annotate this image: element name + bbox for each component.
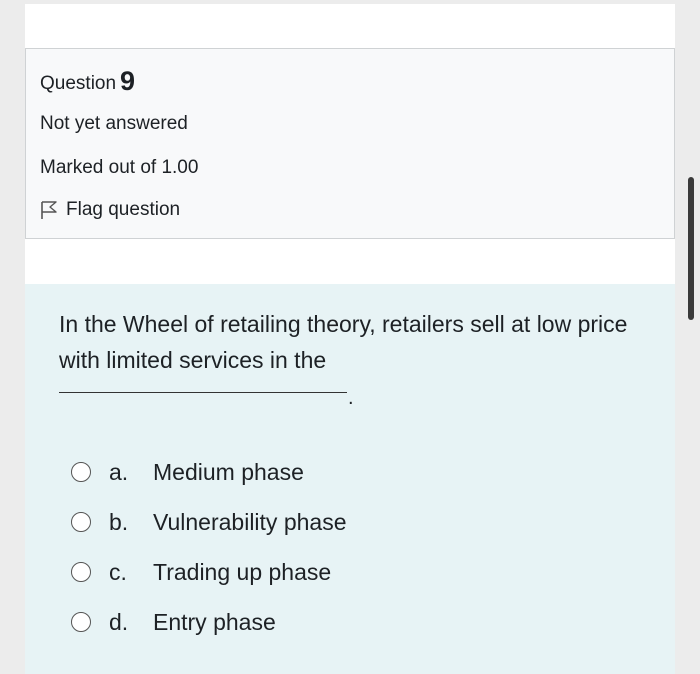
question-text: In the Wheel of retailing theory, retail… [59, 311, 628, 373]
question-grade: Marked out of 1.00 [40, 157, 199, 178]
flag-question-label: Flag question [66, 199, 181, 220]
option-text: Vulnerability phase [153, 508, 347, 535]
question-state: Not yet answered [40, 113, 188, 134]
scrollbar-thumb[interactable] [688, 177, 694, 320]
radio-button[interactable] [71, 612, 91, 632]
option-text: Trading up phase [153, 558, 332, 585]
answer-option-c[interactable]: c. Trading up phase [71, 554, 331, 590]
option-letter: c. [109, 558, 127, 585]
option-letter: b. [109, 508, 129, 535]
answer-blank-line [59, 392, 347, 393]
question-formulation: In the Wheel of retailing theory, retail… [25, 284, 675, 674]
answer-option-b[interactable]: b. Vulnerability phase [71, 504, 347, 540]
quiz-page: Question 9 Not yet answered Marked out of… [0, 0, 700, 674]
radio-button[interactable] [71, 562, 91, 582]
question-number: 9 [120, 66, 136, 96]
radio-button[interactable] [71, 512, 91, 532]
option-text: Medium phase [153, 458, 304, 485]
answer-blank-period: . [348, 387, 354, 409]
question-label: Question [40, 73, 117, 94]
option-text: Entry phase [153, 608, 276, 635]
answer-option-d[interactable]: d. Entry phase [71, 604, 276, 640]
option-letter: d. [109, 608, 129, 635]
middle-spacer [25, 239, 675, 284]
question-info-panel: Question 9 Not yet answered Marked out of… [25, 48, 675, 239]
flag-icon [41, 201, 57, 219]
question-title: Question 9 [40, 65, 135, 96]
answer-option-a[interactable]: a. Medium phase [71, 454, 304, 490]
option-letter: a. [109, 458, 129, 485]
radio-button[interactable] [71, 462, 91, 482]
top-spacer [25, 4, 675, 49]
flag-question-link[interactable]: Flag question [40, 199, 180, 221]
